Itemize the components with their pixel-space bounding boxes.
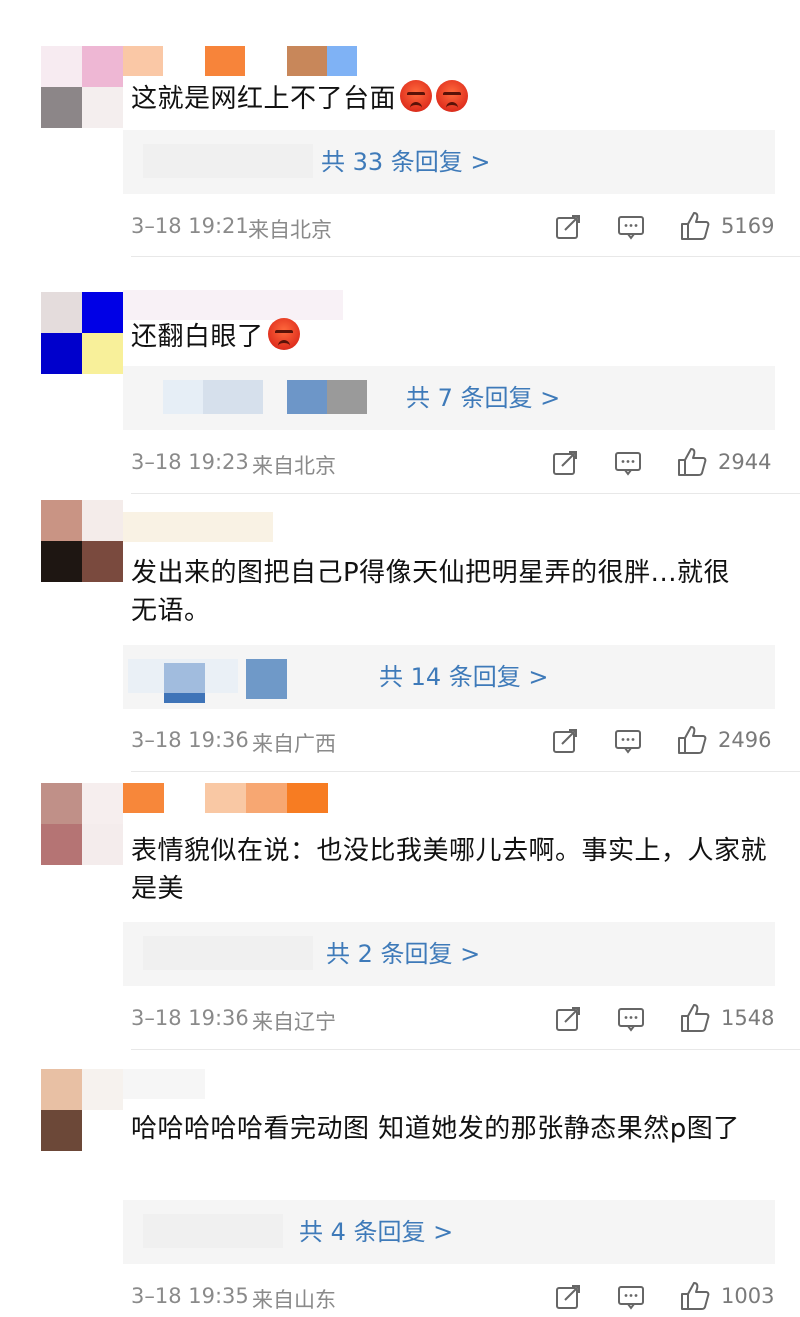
like-count: 2944 xyxy=(718,450,772,474)
view-replies-link[interactable]: 共 33 条回复 > xyxy=(321,130,491,194)
angry-face-emoji xyxy=(400,80,433,112)
view-replies-link[interactable]: 共 4 条回复 > xyxy=(299,1200,453,1264)
like-count: 2496 xyxy=(718,728,772,752)
view-replies-link[interactable]: 共 14 条回复 > xyxy=(379,645,549,709)
comment-text: 发出来的图把自己P得像天仙把明星弄的很胖...就很无语。 xyxy=(131,558,730,626)
comment-actions: 2944 xyxy=(0,443,800,483)
reply-preview[interactable]: 共 7 条回复 > xyxy=(123,366,775,430)
like-count: 1003 xyxy=(721,1284,775,1308)
angry-face-emoji xyxy=(436,80,469,112)
share-icon[interactable] xyxy=(555,1284,581,1310)
comment-actions: 2496 xyxy=(0,721,800,761)
angry-face-emoji xyxy=(267,318,300,350)
comment-text: 哈哈哈哈哈看完动图 知道她发的那张静态果然p图了 xyxy=(131,1114,740,1144)
share-icon[interactable] xyxy=(552,450,578,476)
thumbs-up-icon[interactable] xyxy=(677,725,707,755)
comment-text-body: 还翻白眼了 xyxy=(131,322,264,352)
divider xyxy=(131,771,800,772)
thumbs-up-icon[interactable] xyxy=(680,1281,710,1311)
comment-icon[interactable] xyxy=(618,1284,644,1310)
comment-icon[interactable] xyxy=(618,214,644,240)
comment-text: 还翻白眼了 xyxy=(131,318,771,356)
view-replies-link[interactable]: 共 7 条回复 > xyxy=(406,366,560,430)
divider xyxy=(131,1049,800,1050)
comment-actions: 1003 xyxy=(0,1277,800,1317)
reply-preview[interactable]: 共 14 条回复 > xyxy=(123,645,775,709)
thumbs-up-icon[interactable] xyxy=(680,211,710,241)
username-blurred[interactable] xyxy=(123,46,383,76)
avatar[interactable] xyxy=(41,292,123,374)
comment-icon[interactable] xyxy=(615,450,641,476)
username-blurred[interactable] xyxy=(123,1069,383,1099)
reply-preview[interactable]: 共 2 条回复 > xyxy=(123,922,775,986)
like-count: 1548 xyxy=(721,1006,775,1030)
comment-actions: 5169 xyxy=(0,207,800,247)
share-icon[interactable] xyxy=(555,1006,581,1032)
username-blurred[interactable] xyxy=(123,290,383,320)
like-count: 5169 xyxy=(721,214,775,238)
comment-icon[interactable] xyxy=(618,1006,644,1032)
comment-text-body: 这就是网红上不了台面 xyxy=(131,84,397,114)
avatar[interactable] xyxy=(41,46,123,128)
share-icon[interactable] xyxy=(555,214,581,240)
avatar[interactable] xyxy=(41,1069,123,1151)
thumbs-up-icon[interactable] xyxy=(677,447,707,477)
avatar[interactable] xyxy=(41,783,123,865)
reply-preview[interactable]: 共 4 条回复 > xyxy=(123,1200,775,1264)
comment-text: 表情貌似在说：也没比我美哪儿去啊。事实上，人家就是美 xyxy=(131,836,768,904)
comment-text: 这就是网红上不了台面 xyxy=(131,80,771,118)
username-blurred[interactable] xyxy=(123,512,383,542)
divider xyxy=(131,256,800,257)
thumbs-up-icon[interactable] xyxy=(680,1003,710,1033)
avatar[interactable] xyxy=(41,500,123,582)
view-replies-link[interactable]: 共 2 条回复 > xyxy=(326,922,480,986)
comment-actions: 1548 xyxy=(0,999,800,1039)
share-icon[interactable] xyxy=(552,728,578,754)
username-blurred[interactable] xyxy=(123,783,383,813)
comment-icon[interactable] xyxy=(615,728,641,754)
divider xyxy=(131,493,800,494)
reply-preview[interactable]: 共 33 条回复 > xyxy=(123,130,775,194)
